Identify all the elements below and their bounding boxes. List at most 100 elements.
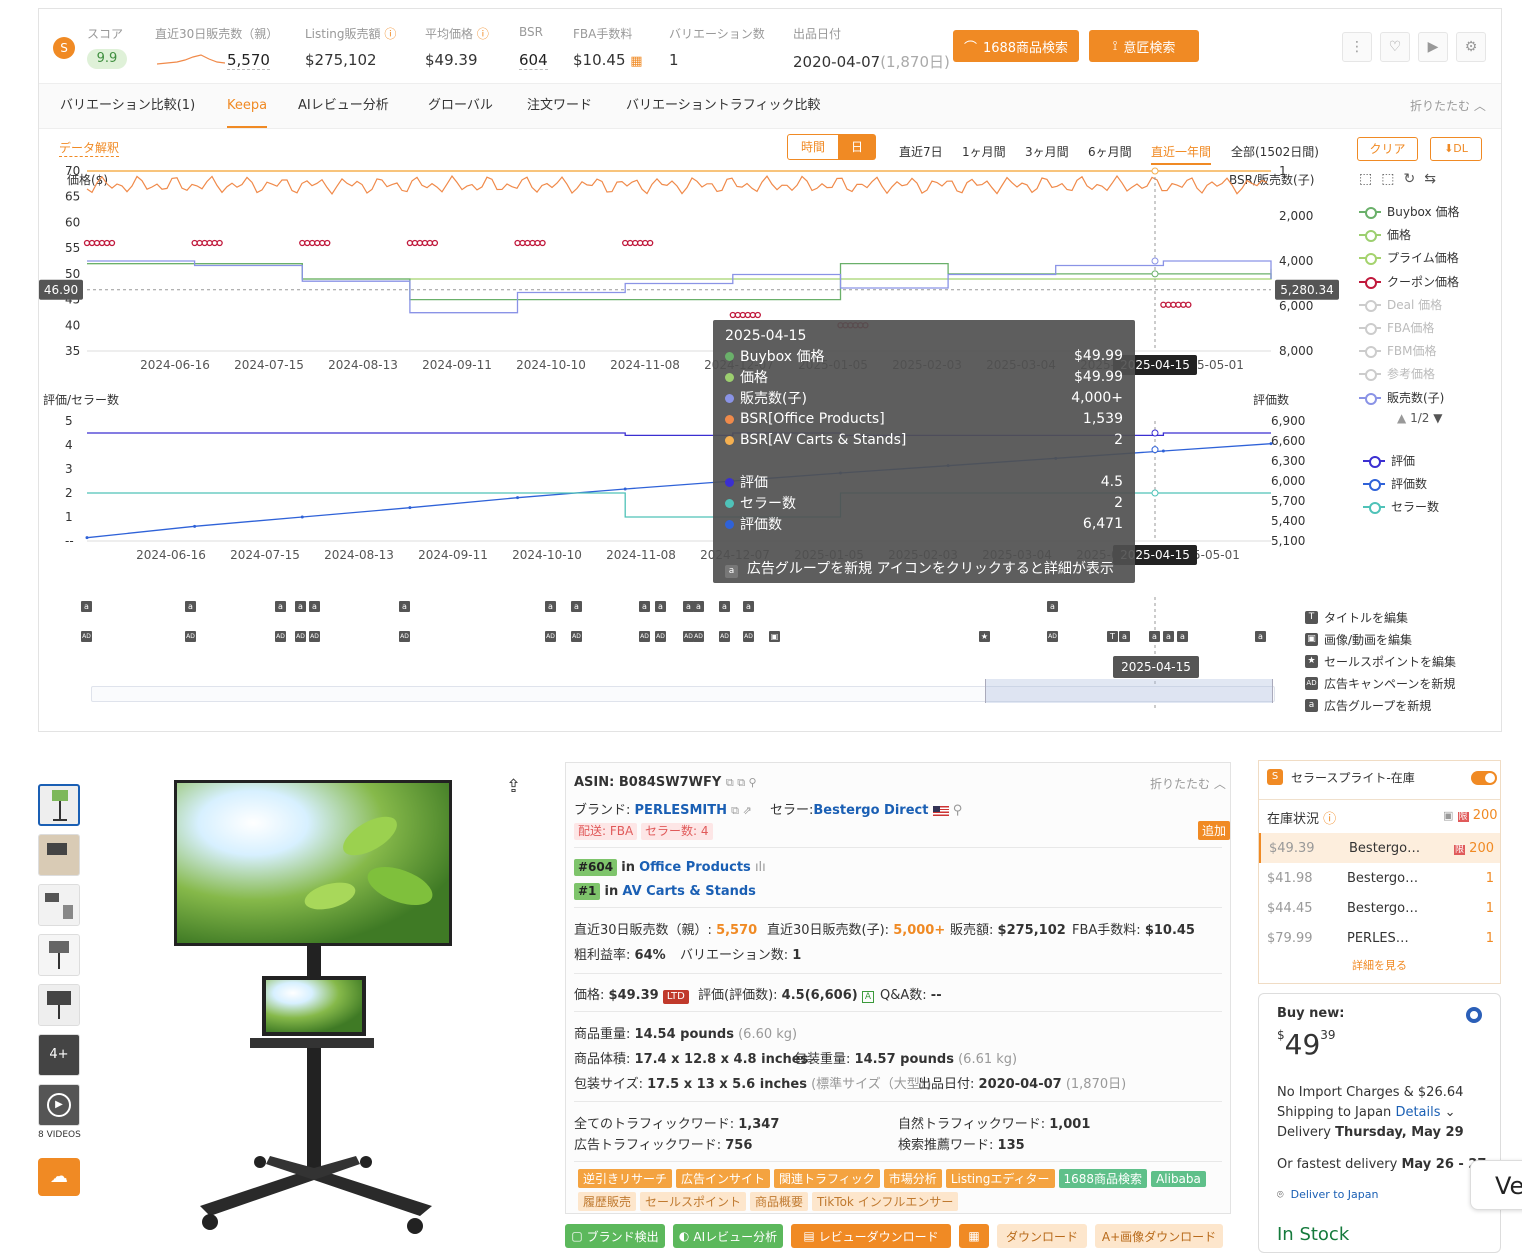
legend-pager[interactable]: ▲ 1/2 ▼ <box>1397 411 1442 425</box>
tool-tag[interactable]: TikTok インフルエンサー <box>812 1192 959 1211</box>
refresh-icon[interactable]: ↻ <box>1403 171 1424 187</box>
aplus-download-button[interactable]: A+画像ダウンロード <box>1095 1224 1223 1248</box>
event-marker-icon[interactable]: ★ <box>979 631 990 642</box>
calc-button[interactable]: ▦ <box>959 1224 989 1248</box>
legend-sellers[interactable]: セラー数 <box>1363 498 1439 515</box>
legend-rating-count[interactable]: 評価数 <box>1363 475 1427 492</box>
campaign-marker-icon[interactable]: AD <box>399 631 410 642</box>
info-collapse[interactable]: 折りたたむ ︿ <box>1150 775 1226 792</box>
video-icon[interactable]: ▶ <box>1418 32 1448 62</box>
brand-link[interactable]: PERLESMITH <box>635 803 727 818</box>
adgroup-marker-icon[interactable]: a <box>309 601 320 612</box>
thumbnail-4[interactable] <box>38 934 80 976</box>
event-marker-icon[interactable]: ▣ <box>769 631 780 642</box>
campaign-marker-icon[interactable]: AD <box>693 631 704 642</box>
campaign-marker-icon[interactable]: AD <box>81 631 92 642</box>
campaign-marker-icon[interactable]: AD <box>639 631 650 642</box>
campaign-marker-icon[interactable]: AD <box>295 631 306 642</box>
legend-fbm[interactable]: FBM価格 <box>1359 342 1437 359</box>
settings-icon[interactable]: ⚙ <box>1456 32 1486 62</box>
more-icon[interactable]: ⋮ <box>1342 32 1372 62</box>
heart-icon[interactable]: ♡ <box>1380 32 1410 62</box>
share-icon[interactable]: ⇪ <box>506 776 521 797</box>
legend-reference[interactable]: 参考価格 <box>1359 365 1435 382</box>
event-marker-icon[interactable]: a <box>1255 631 1266 642</box>
campaign-marker-icon[interactable]: AD <box>185 631 196 642</box>
adgroup-marker-icon[interactable]: a <box>693 601 704 612</box>
thumbnail-2[interactable] <box>38 834 80 876</box>
inventory-toggle[interactable] <box>1471 771 1497 785</box>
swap-icon[interactable]: ⇆ <box>1424 171 1445 187</box>
tool-tag[interactable]: 関連トラフィック <box>774 1169 880 1188</box>
event-marker-icon[interactable]: a <box>1177 631 1188 642</box>
thumbnail-1[interactable] <box>38 784 80 826</box>
cloud-download-icon[interactable]: ☁ <box>38 1158 80 1196</box>
event-marker-icon[interactable]: a <box>1119 631 1130 642</box>
tool-tag[interactable]: Listingエディター <box>945 1169 1055 1188</box>
deliver-to[interactable]: ⌾ Deliver to Japan <box>1277 1188 1378 1202</box>
thumbnail-3[interactable] <box>38 884 80 926</box>
adgroup-marker-icon[interactable]: a <box>295 601 306 612</box>
buy-new-radio[interactable] <box>1466 1007 1482 1023</box>
campaign-marker-icon[interactable]: AD <box>275 631 286 642</box>
inventory-row[interactable]: $44.45 Bestergo… 1 <box>1259 893 1500 923</box>
collapse-button[interactable]: 折りたたむ ︿ <box>1410 84 1486 128</box>
tool-tag[interactable]: 商品概要 <box>750 1192 809 1211</box>
clear-button[interactable]: クリア <box>1357 137 1418 161</box>
tool-tag[interactable]: 1688商品検索 <box>1058 1169 1148 1188</box>
floating-widget[interactable]: Ve <box>1470 1160 1522 1210</box>
inventory-row[interactable]: $79.99 PERLES… 1 <box>1259 923 1500 953</box>
add-button[interactable]: 追加 <box>1198 821 1231 840</box>
copy-icon[interactable]: ⧉ ⧉ ⚲ <box>726 776 757 789</box>
thumbnail-video[interactable]: ▶ <box>38 1084 80 1126</box>
range-scroller-window[interactable] <box>985 679 1273 703</box>
campaign-marker-icon[interactable]: AD <box>743 631 754 642</box>
event-marker-icon[interactable]: T <box>1107 631 1118 642</box>
tool-tag[interactable]: セールスポイント <box>640 1192 747 1211</box>
details-link[interactable]: Details <box>1395 1105 1440 1120</box>
legend-deal[interactable]: Deal 価格 <box>1359 296 1442 313</box>
inventory-more-link[interactable]: 詳細を見る <box>1259 957 1500 973</box>
event-marker-icon[interactable]: AD <box>1047 631 1058 642</box>
adgroup-marker-icon[interactable]: a <box>655 601 666 612</box>
adgroup-marker-icon[interactable]: a <box>743 601 754 612</box>
tool-tag[interactable]: 履歴販売 <box>578 1192 637 1211</box>
legend-buybox[interactable]: Buybox 価格 <box>1359 203 1459 220</box>
legend-fba[interactable]: FBA価格 <box>1359 319 1434 336</box>
legend-price[interactable]: 価格 <box>1359 226 1411 243</box>
tool-tag[interactable]: Alibaba <box>1151 1171 1206 1187</box>
adgroup-marker-icon[interactable]: a <box>639 601 650 612</box>
campaign-marker-icon[interactable]: AD <box>719 631 730 642</box>
zoom-reset-icon[interactable]: ⬚ <box>1381 171 1403 187</box>
chevron-down-icon[interactable]: ⌄ <box>1445 1105 1456 1120</box>
tool-tag[interactable]: 広告インサイト <box>676 1169 771 1188</box>
campaign-marker-icon[interactable]: AD <box>655 631 666 642</box>
tool-tag[interactable]: 逆引きリサーチ <box>578 1169 673 1188</box>
tool-tag[interactable]: 市場分析 <box>883 1169 942 1188</box>
adgroup-marker-icon[interactable]: a <box>571 601 582 612</box>
legend-sales[interactable]: 販売数(子) <box>1359 389 1444 406</box>
inventory-row[interactable]: $41.98 Bestergo… 1 <box>1259 863 1500 893</box>
bar-chart-icon[interactable]: ılı <box>755 860 766 875</box>
inventory-row[interactable]: $49.39 Bestergo… 限 200 <box>1259 833 1500 863</box>
adgroup-marker-icon[interactable]: a <box>185 601 196 612</box>
download-image-button[interactable]: ダウンロード <box>997 1224 1087 1248</box>
zoom-select-icon[interactable]: ⬚ <box>1359 171 1381 187</box>
campaign-marker-icon[interactable]: AD <box>309 631 320 642</box>
adgroup-marker-icon[interactable]: a <box>399 601 410 612</box>
legend-coupon[interactable]: クーポン価格 <box>1359 273 1459 290</box>
event-marker-icon[interactable]: a <box>1149 631 1160 642</box>
thumbnail-5[interactable] <box>38 984 80 1026</box>
review-download-button[interactable]: ▤ レビューダウンロード <box>791 1224 951 1248</box>
ai-review-button[interactable]: ◐ AIレビュー分析 <box>673 1224 783 1248</box>
legend-rating[interactable]: 評価 <box>1363 452 1415 469</box>
event-marker-icon[interactable]: a <box>1047 601 1058 612</box>
thumbnail-more[interactable]: 4+ <box>38 1034 80 1076</box>
event-marker-icon[interactable]: a <box>1163 631 1174 642</box>
campaign-marker-icon[interactable]: AD <box>545 631 556 642</box>
brand-detect-button[interactable]: ▢ ブランド検出 <box>565 1224 665 1248</box>
adgroup-marker-icon[interactable]: a <box>81 601 92 612</box>
download-button[interactable]: ⬇DL <box>1430 137 1482 161</box>
adgroup-marker-icon[interactable]: a <box>545 601 556 612</box>
adgroup-marker-icon[interactable]: a <box>275 601 286 612</box>
